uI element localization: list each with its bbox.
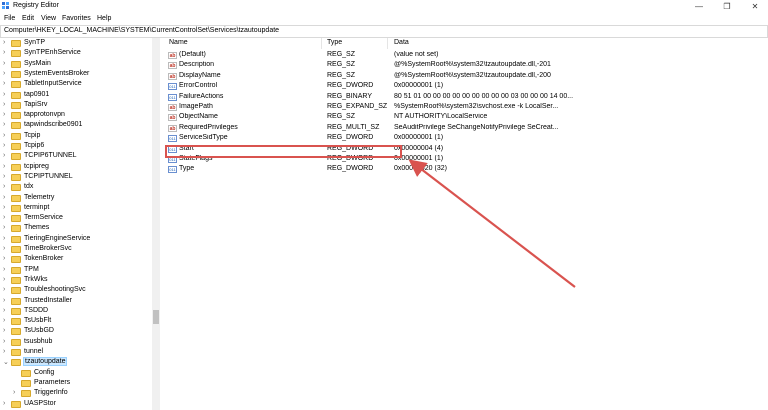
annotation-arrow	[408, 159, 576, 288]
